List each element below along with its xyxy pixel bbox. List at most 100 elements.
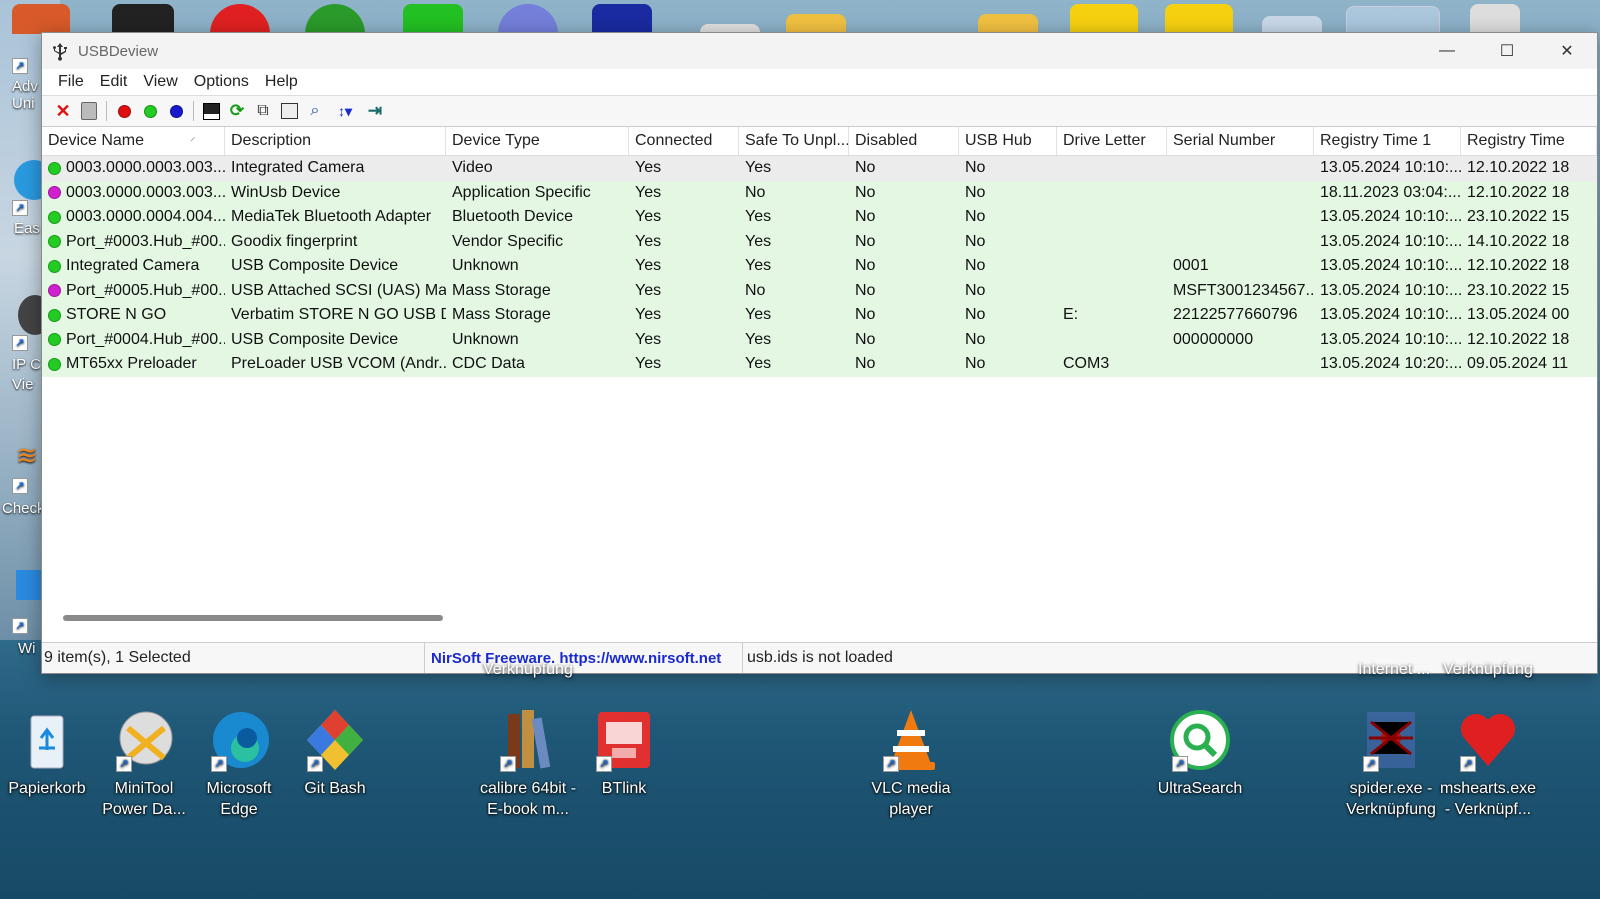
red-filter-button[interactable] xyxy=(111,98,137,124)
desktop-icon-hearts[interactable]: ↗ mshearts.exe - Verknüpf... xyxy=(1438,708,1538,820)
save-button[interactable] xyxy=(198,98,224,124)
maximize-button[interactable]: ☐ xyxy=(1477,33,1537,69)
col-usb-hub-header[interactable]: USB Hub xyxy=(959,127,1057,155)
folder-icon-2[interactable] xyxy=(978,14,1038,34)
check-icon: ≋ xyxy=(16,440,38,470)
green-dot-icon xyxy=(143,104,157,118)
menu-view[interactable]: View xyxy=(135,73,185,91)
table-row[interactable]: Integrated Camera USB Composite Device Unk… xyxy=(42,254,1597,279)
orange-app-icon[interactable] xyxy=(12,4,70,34)
scrollbar-thumb[interactable] xyxy=(63,615,443,621)
minimize-button[interactable]: — xyxy=(1417,33,1477,69)
table-row[interactable]: Port_#0003.Hub_#00... Goodix fingerprint V… xyxy=(42,229,1597,255)
horizontal-scrollbar[interactable] xyxy=(42,608,1597,628)
col-device-type-header[interactable]: Device Type xyxy=(446,127,629,155)
cell-text: 000000000 xyxy=(1173,330,1254,348)
green-app-icon[interactable] xyxy=(403,4,463,34)
table-row[interactable]: MT65xx Preloader PreLoader USB VCOM (Andr… xyxy=(42,352,1597,377)
col-device-type-cell: Bluetooth Device xyxy=(446,205,629,230)
floppy-icon[interactable] xyxy=(592,4,652,34)
save-icon xyxy=(202,102,220,120)
desktop-icon-gitbash[interactable]: ↗ Git Bash xyxy=(285,708,385,799)
col-safe-to-unplug-header[interactable]: Safe To Unpl... xyxy=(739,127,849,155)
col-registry-time-2-header[interactable]: Registry Time xyxy=(1461,127,1597,155)
shortcut-arrow-icon: ↗ xyxy=(12,478,28,494)
column-header-label: Registry Time 1 xyxy=(1320,132,1432,149)
clapperboard-icon[interactable] xyxy=(112,4,174,34)
menu-help[interactable]: Help xyxy=(257,73,306,91)
menu-edit[interactable]: Edit xyxy=(92,73,136,91)
close-button[interactable]: ✕ xyxy=(1537,33,1597,69)
col-description-cell: USB Composite Device xyxy=(225,328,446,353)
cell-text: No xyxy=(855,257,876,275)
left-icon-wi[interactable]: ↗ Wi xyxy=(0,570,42,660)
edge-icon: ↗ xyxy=(209,708,269,772)
col-device-name-cell: Port_#0003.Hub_#00... xyxy=(42,230,225,255)
exit-button[interactable]: ⇥ xyxy=(362,98,388,124)
col-serial-number-header[interactable]: Serial Number xyxy=(1167,127,1314,155)
table-row[interactable]: Port_#0004.Hub_#00... USB Composite Devic… xyxy=(42,327,1597,353)
cell-text: No xyxy=(855,306,876,324)
green-filter-button[interactable] xyxy=(137,98,163,124)
desktop-icon-vlc[interactable]: ↗ VLC media player xyxy=(861,708,961,820)
desktop-icon-edge[interactable]: ↗ Microsoft Edge xyxy=(189,708,289,820)
properties-button[interactable] xyxy=(276,98,302,124)
copy-button[interactable]: ⧉ xyxy=(250,98,276,124)
disconnect-button[interactable]: ✕ xyxy=(50,98,76,124)
table-row[interactable]: STORE N GO Verbatim STORE N GO USB D... Ma… xyxy=(42,303,1597,328)
signal-icon[interactable] xyxy=(498,4,558,34)
device-status-dot-icon xyxy=(48,210,61,224)
hearts-icon: ↗ xyxy=(1458,708,1518,772)
col-registry-time-1-cell: 13.05.2024 10:20:... xyxy=(1314,352,1461,377)
shortcut-arrow-icon: ↗ xyxy=(883,756,899,772)
menu-file[interactable]: File xyxy=(50,73,92,91)
refresh-button[interactable]: ⟳ xyxy=(224,98,250,124)
cell-text: Unknown xyxy=(452,330,519,348)
left-icon-ipc[interactable]: ↗ IP C Vie xyxy=(0,295,42,395)
col-device-name-header[interactable]: Device Name ⸍ xyxy=(42,127,225,155)
desktop-icon-btlink[interactable]: ↗ BTlink xyxy=(574,708,674,799)
col-connected-header[interactable]: Connected xyxy=(629,127,739,155)
table-row[interactable]: 0003.0000.0004.004.... MediaTek Bluetooth… xyxy=(42,205,1597,230)
desktop-icon-calibre[interactable]: ↗ calibre 64bit - E-book m... xyxy=(478,708,578,820)
folder-icon[interactable] xyxy=(786,14,846,34)
left-icon-adv[interactable]: ↗ Adv Uni xyxy=(0,58,42,120)
left-icon-check[interactable]: ≋ ↗ Check xyxy=(0,440,42,520)
column-header-label: Drive Letter xyxy=(1063,132,1146,149)
col-description-header[interactable]: Description xyxy=(225,127,446,155)
nirsoft-link[interactable]: NirSoft Freeware. https://www.nirsoft.ne… xyxy=(431,650,721,667)
uninstall-button[interactable] xyxy=(76,98,102,124)
sort-button[interactable]: ↕▾ xyxy=(328,98,362,124)
red-arrow-icon[interactable] xyxy=(210,4,270,34)
col-drive-letter-header[interactable]: Drive Letter xyxy=(1057,127,1167,155)
col-drive-letter-cell xyxy=(1057,328,1167,353)
menu-options[interactable]: Options xyxy=(186,73,257,91)
blue-filter-button[interactable] xyxy=(163,98,189,124)
col-registry-time-1-header[interactable]: Registry Time 1 xyxy=(1314,127,1461,155)
col-disabled-header[interactable]: Disabled xyxy=(849,127,959,155)
device-list[interactable]: Device Name ⸍ Description Device Type Connec… xyxy=(42,127,1597,617)
col-device-type-cell: Application Specific xyxy=(446,181,629,206)
cell-text: Yes xyxy=(635,330,662,348)
desktop-icon-papierkorb[interactable]: Papierkorb xyxy=(0,708,97,799)
yellow-app-icon[interactable] xyxy=(1070,4,1138,34)
pc-icon[interactable] xyxy=(1470,4,1520,34)
yellow-app-icon-2[interactable] xyxy=(1165,4,1233,34)
desktop-icon-label: calibre 64bit - E-book m... xyxy=(479,780,577,818)
find-button[interactable]: ⌕ xyxy=(302,98,328,124)
desktop-icon-minitool[interactable]: ↗ MiniTool Power Da... xyxy=(94,708,194,820)
desktop-icon-ultrasearch[interactable]: ↗ UltraSearch xyxy=(1150,708,1250,799)
cell-text: 12.10.2022 18 xyxy=(1467,159,1570,177)
table-row[interactable]: 0003.0000.0003.003.... WinUsb Device Appli… xyxy=(42,180,1597,206)
green-arrow-icon[interactable] xyxy=(305,4,365,34)
status-nirsoft-cell: NirSoft Freeware. https://www.nirsoft.ne… xyxy=(425,643,743,673)
sort-indicator-icon: ⸍ xyxy=(190,135,196,148)
table-row[interactable]: Port_#0005.Hub_#00... USB Attached SCSI (… xyxy=(42,278,1597,303)
left-icon-eas[interactable]: ↗ Eas xyxy=(0,160,42,240)
cell-text: Yes xyxy=(745,330,772,348)
col-serial-number-cell: 22122577660796 xyxy=(1167,303,1314,328)
cell-text: 13.05.2024 10:10:... xyxy=(1320,330,1461,348)
title-bar[interactable]: USBDeview — ☐ ✕ xyxy=(42,33,1597,69)
desktop-icon-spider[interactable]: ↗ spider.exe - Verknüpfung xyxy=(1341,708,1441,820)
table-row[interactable]: 0003.0000.0003.003.... Integrated Camera V… xyxy=(42,156,1597,181)
